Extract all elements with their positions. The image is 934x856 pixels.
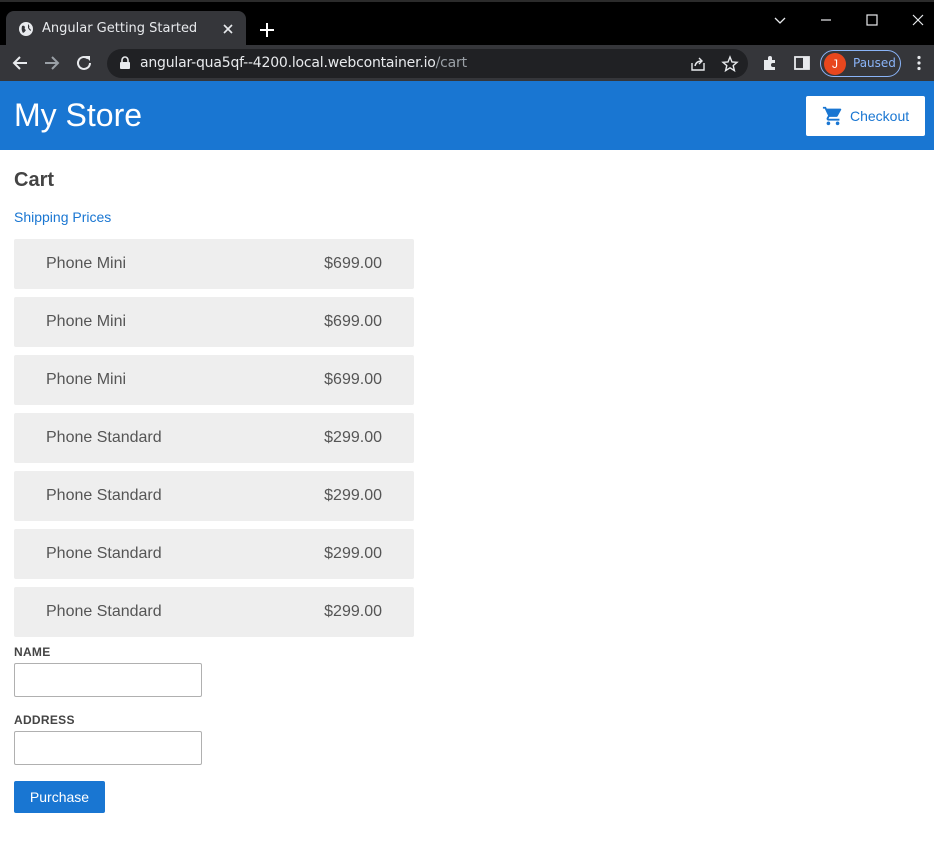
- extensions-icon[interactable]: [761, 54, 779, 72]
- cart-item-list: Phone Mini $699.00 Phone Mini $699.00 Ph…: [14, 239, 414, 645]
- cart-item-price: $299.00: [324, 429, 382, 446]
- cart-item-price: $699.00: [324, 255, 382, 272]
- close-icon[interactable]: [220, 21, 236, 37]
- url-host: angular-qua5qf--4200.local.webcontainer.…: [140, 55, 436, 71]
- profile-button[interactable]: J Paused: [820, 50, 901, 77]
- name-field[interactable]: [14, 663, 202, 697]
- checkout-button[interactable]: Checkout: [806, 96, 925, 136]
- browser-titlebar: Angular Getting Started: [0, 0, 934, 47]
- shopping-cart-icon: [822, 106, 842, 126]
- address-label: ADDRESS: [14, 713, 75, 727]
- cart-item-price: $299.00: [324, 487, 382, 504]
- side-panel-icon[interactable]: [793, 54, 811, 72]
- cart-item-price: $699.00: [324, 371, 382, 388]
- shipping-prices-link[interactable]: Shipping Prices: [14, 209, 111, 225]
- name-label: NAME: [14, 645, 51, 659]
- url-text[interactable]: angular-qua5qf--4200.local.webcontainer.…: [140, 55, 467, 71]
- cart-item: Phone Mini $699.00: [14, 297, 414, 347]
- star-icon[interactable]: [721, 55, 739, 73]
- browser-tab[interactable]: Angular Getting Started: [6, 11, 246, 47]
- cart-item-name: Phone Standard: [46, 429, 162, 446]
- checkout-label: Checkout: [850, 108, 910, 124]
- cart-item: Phone Standard $299.00: [14, 471, 414, 521]
- forward-icon[interactable]: [42, 53, 62, 73]
- back-icon[interactable]: [10, 53, 30, 73]
- cart-item-price: $299.00: [324, 603, 382, 620]
- cart-item: Phone Standard $299.00: [14, 529, 414, 579]
- page-title: Cart: [14, 169, 55, 191]
- reload-icon[interactable]: [74, 53, 94, 73]
- chevron-down-icon[interactable]: [772, 12, 788, 28]
- globe-icon: [19, 22, 33, 36]
- window-close-icon[interactable]: [910, 12, 926, 28]
- cart-item: Phone Mini $699.00: [14, 239, 414, 289]
- cart-item: Phone Mini $699.00: [14, 355, 414, 405]
- maximize-icon[interactable]: [864, 12, 880, 28]
- lock-icon[interactable]: [119, 56, 131, 70]
- purchase-button[interactable]: Purchase: [14, 781, 105, 813]
- plus-icon[interactable]: [258, 21, 276, 39]
- cart-item-price: $299.00: [324, 545, 382, 562]
- cart-item-name: Phone Standard: [46, 545, 162, 562]
- minimize-icon[interactable]: [818, 12, 834, 28]
- cart-item-name: Phone Mini: [46, 255, 127, 272]
- menu-icon[interactable]: [910, 54, 928, 72]
- share-icon[interactable]: [689, 55, 707, 73]
- app-top-bar: My Store Checkout: [0, 81, 934, 150]
- address-field[interactable]: [14, 731, 202, 765]
- url-path: /cart: [435, 55, 467, 71]
- cart-item-name: Phone Standard: [46, 487, 162, 504]
- cart-item-name: Phone Mini: [46, 371, 127, 388]
- cart-item-name: Phone Mini: [46, 313, 127, 330]
- address-bar[interactable]: angular-qua5qf--4200.local.webcontainer.…: [107, 49, 748, 78]
- cart-item-price: $699.00: [324, 313, 382, 330]
- profile-status: Paused: [853, 56, 896, 70]
- browser-toolbar: angular-qua5qf--4200.local.webcontainer.…: [0, 45, 934, 81]
- cart-item-name: Phone Standard: [46, 603, 162, 620]
- cart-item: Phone Standard $299.00: [14, 413, 414, 463]
- tab-title: Angular Getting Started: [42, 21, 198, 36]
- cart-item: Phone Standard $299.00: [14, 587, 414, 637]
- store-title-link[interactable]: My Store: [14, 97, 142, 134]
- avatar: J: [824, 53, 846, 75]
